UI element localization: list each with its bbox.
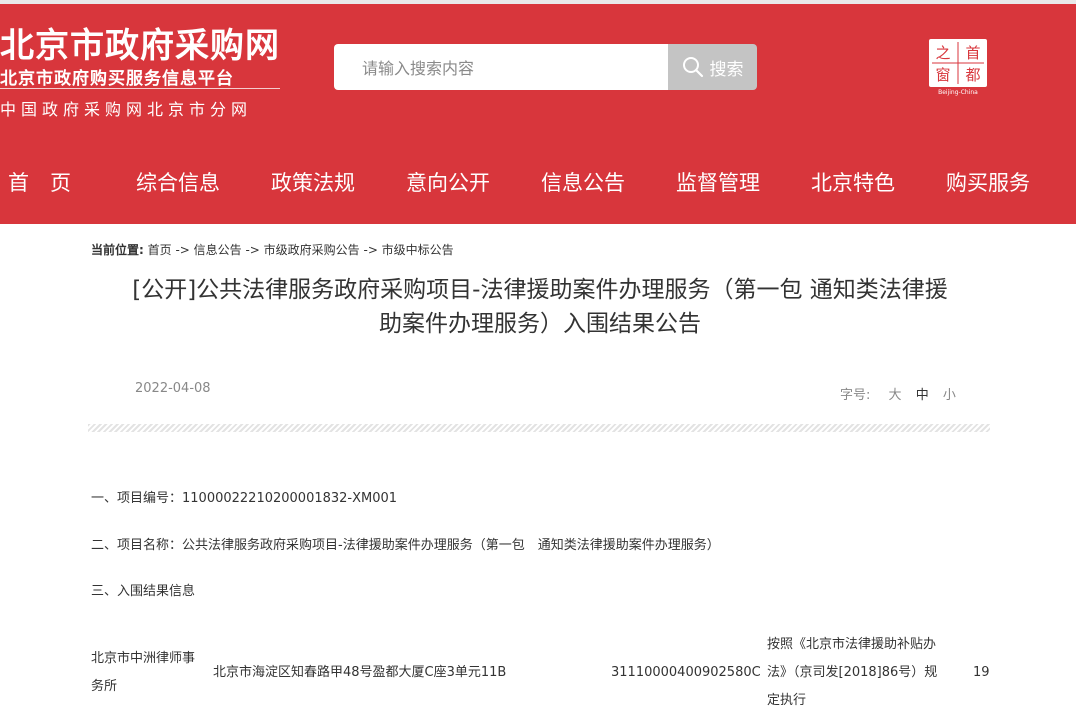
main-nav: 首 页 综合信息 政策法规 意向公开 信息公告 监督管理 北京特色 购买服务 [0,158,1076,208]
emblem-char-chuang: 窗 [935,66,950,84]
breadcrumb: 当前位置: 首页 -> 信息公告 -> 市级政府采购公告 -> 市级中标公告 [91,241,454,258]
price-terms-line2: 法》（京司发[2018]86号）规 [767,665,938,680]
supplier-name: 北京市中洲律师事 务所 [91,645,211,701]
site-title: 北京市政府采购网 [0,26,280,66]
font-size-medium[interactable]: 中 [916,388,929,403]
font-size-label: 字号: [840,388,871,403]
nav-item-general-info[interactable]: 综合信息 [136,158,220,208]
article-title-line1: [公开]公共法律服务政府采购项目-法律援助案件办理服务（第一包 通知类法律援 [132,277,948,303]
result-heading: 三、入围结果信息 [91,584,196,599]
font-size-large[interactable]: 大 [889,388,902,403]
site-logo[interactable]: 北京市政府采购网 北京市政府购买服务信息平台 中国政府采购网北京市分网 [0,18,290,128]
article-title-line2: 助案件办理服务）入围结果公告 [379,311,701,337]
emblem-char-du: 都 [965,66,980,84]
site-subtitle-platform: 北京市政府购买服务信息平台 [0,69,234,89]
font-size-control: 字号: 大 中 小 [840,384,956,403]
breadcrumb-path[interactable]: 首页 -> 信息公告 -> 市级政府采购公告 -> 市级中标公告 [148,243,454,257]
emblem-caption: Beijing-China [938,89,978,96]
project-number: 一、项目编号：11000022210200001832-XM001 [91,491,398,506]
site-subtitle-branch: 中国政府采购网北京市分网 [0,100,253,119]
header-top-strip [0,0,1076,4]
breadcrumb-label: 当前位置: [91,243,144,257]
emblem-char-shou: 首 [965,44,980,62]
article-title: [公开]公共法律服务政府采购项目-法律援助案件办理服务（第一包 通知类法律援 助… [60,273,1020,341]
nav-item-supervision[interactable]: 监督管理 [676,158,760,208]
nav-item-beijing-features[interactable]: 北京特色 [811,158,895,208]
supplier-address: 北京市海淀区知春路甲48号盈都大厦C座3单元11B [213,665,507,680]
title-separator [88,424,990,432]
supplier-name-line2: 务所 [91,679,118,694]
price-terms: 按照《北京市法律援助补贴办 法》（京司发[2018]86号）规 定执行 [767,631,937,715]
font-size-small[interactable]: 小 [943,388,956,403]
nav-item-policy[interactable]: 政策法规 [271,158,355,208]
search-button[interactable]: 搜索 [668,44,757,90]
logo-divider [0,88,280,89]
price-terms-line1: 按照《北京市法律援助补贴办 [767,637,937,652]
site-header: 北京市政府采购网 北京市政府购买服务信息平台 中国政府采购网北京市分网 请输入搜… [0,0,1076,224]
nav-item-home[interactable]: 首 页 [8,158,71,208]
search-button-label: 搜索 [709,59,744,80]
publish-date: 2022-04-08 [135,381,211,396]
price-terms-line3: 定执行 [767,693,807,708]
search-icon [682,56,704,78]
capital-window-emblem[interactable]: 之 首 都 窗 Beijing-China [928,38,988,96]
supplier-license: 31110000400902580C [611,665,761,680]
nav-item-intent[interactable]: 意向公开 [406,158,490,208]
emblem-char-zhi: 之 [935,44,950,62]
nav-item-announcements[interactable]: 信息公告 [541,158,625,208]
nav-item-purchase-services[interactable]: 购买服务 [946,158,1030,208]
count-value: 19 [973,665,990,680]
project-name: 二、项目名称：公共法律服务政府采购项目-法律援助案件办理服务（第一包 通知类法律… [91,538,720,553]
supplier-name-line1: 北京市中洲律师事 [91,651,196,666]
search-input[interactable]: 请输入搜索内容 [334,44,670,90]
search-placeholder: 请输入搜索内容 [362,59,475,78]
